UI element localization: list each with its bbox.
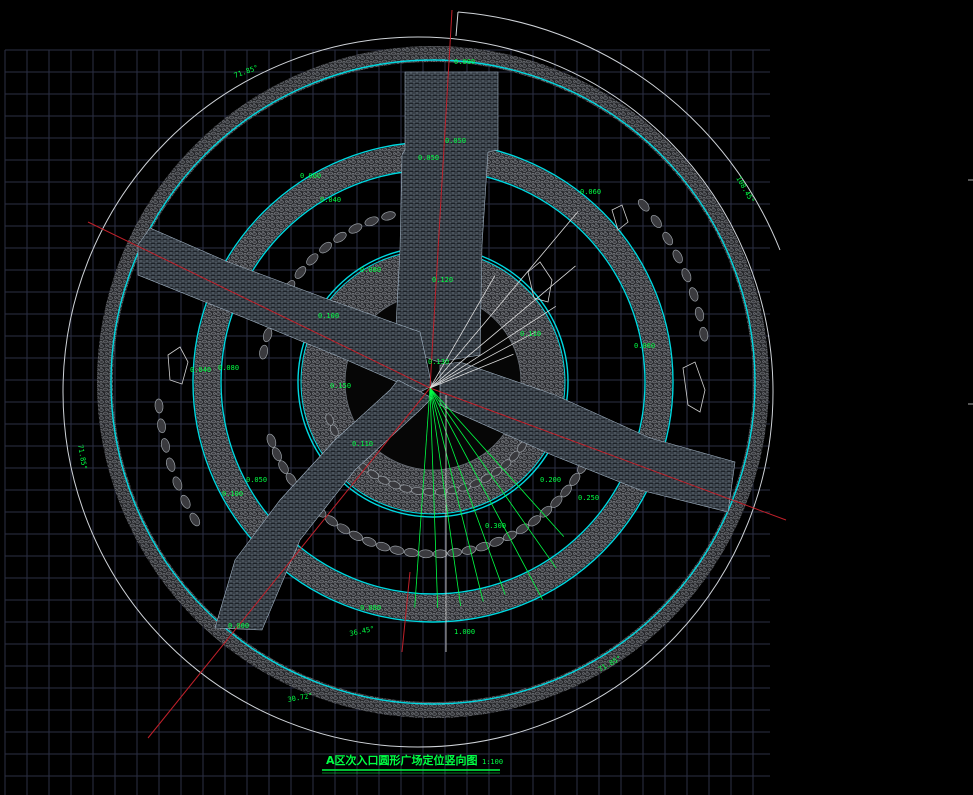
stepping-stone (165, 457, 176, 472)
stepping-stone (375, 541, 391, 552)
stepping-stone (189, 512, 201, 527)
stepping-stone (389, 545, 405, 555)
stepping-stone (157, 418, 166, 434)
spot-elevation: 0.300 (485, 522, 506, 530)
spot-elevation: 0.050 (445, 137, 466, 145)
spot-elevation: 0.060 (300, 172, 321, 180)
stepping-stone (294, 266, 307, 279)
drawing-title-block: A区次入口圆形广场定位竖向图 1:100 (322, 753, 503, 774)
edge-markers (968, 179, 973, 405)
spot-elevation: 0.100 (222, 490, 243, 498)
stepping-stone (362, 536, 377, 547)
spot-elevation: 0.150 (330, 382, 351, 390)
spot-elevation: 0.050 (246, 476, 267, 484)
stepping-stone (160, 438, 170, 453)
spot-elevation: 0.040 (190, 366, 211, 374)
stepping-stone (262, 327, 273, 343)
stepping-stone (503, 530, 517, 542)
stepping-stone (172, 476, 183, 491)
stepping-stone (637, 198, 650, 212)
stepping-stone (348, 223, 363, 234)
drawing-scale: 1:100 (482, 758, 503, 766)
stepping-stone (319, 241, 332, 254)
angle-label: 71.85° (76, 444, 88, 470)
stepping-stone (650, 215, 662, 228)
angle-label: 36.45° (349, 625, 375, 638)
spot-elevation: 0.110 (520, 330, 541, 338)
stepping-stone (489, 536, 504, 547)
stepping-stone (672, 249, 683, 264)
drawing-title: A区次入口圆形广场定位竖向图 (326, 753, 478, 767)
spot-elevation: 0.040 (320, 196, 341, 204)
spot-elevation: 0.200 (540, 476, 561, 484)
stepping-stone (432, 549, 448, 559)
spot-elevation: 0.130 (428, 358, 449, 366)
spot-elevation: 0.000 (228, 622, 249, 630)
cad-plan-drawing: 71.85° 108.45° 71.85° 30.72° 36.45° 71.8… (4, 9, 973, 795)
stepping-stone (418, 549, 434, 559)
spot-elevation: 0.100 (318, 312, 339, 320)
spot-elevation: 1.000 (454, 628, 475, 636)
spot-elevation: 0.050 (418, 154, 439, 162)
stepping-stone (278, 460, 289, 474)
spot-elevation: 0.080 (360, 604, 381, 612)
stepping-stone (349, 530, 363, 542)
spot-elevation: 0.080 (218, 364, 239, 372)
stepping-stone (306, 253, 319, 266)
spot-elevation: 0.110 (352, 440, 373, 448)
spot-elevation: 0.120 (432, 276, 453, 284)
spot-elevation: 0.060 (634, 342, 655, 350)
stepping-stone (688, 287, 699, 302)
spot-elevation: 0.000 (454, 58, 475, 66)
stepping-stone (694, 306, 705, 322)
spot-elevation: 0.080 (360, 266, 381, 274)
stepping-stone (461, 545, 477, 555)
stepping-stone (699, 326, 709, 342)
stepping-stone (333, 231, 347, 243)
angle-label: 71.85° (233, 64, 260, 80)
stepping-stone (381, 211, 396, 221)
spot-elevation: 0.060 (580, 188, 601, 196)
stepping-stone (154, 398, 164, 414)
stepping-stone (271, 447, 282, 462)
stepping-stone (662, 231, 674, 246)
spot-elevation: 0.250 (578, 494, 599, 502)
stepping-stone (259, 344, 269, 360)
